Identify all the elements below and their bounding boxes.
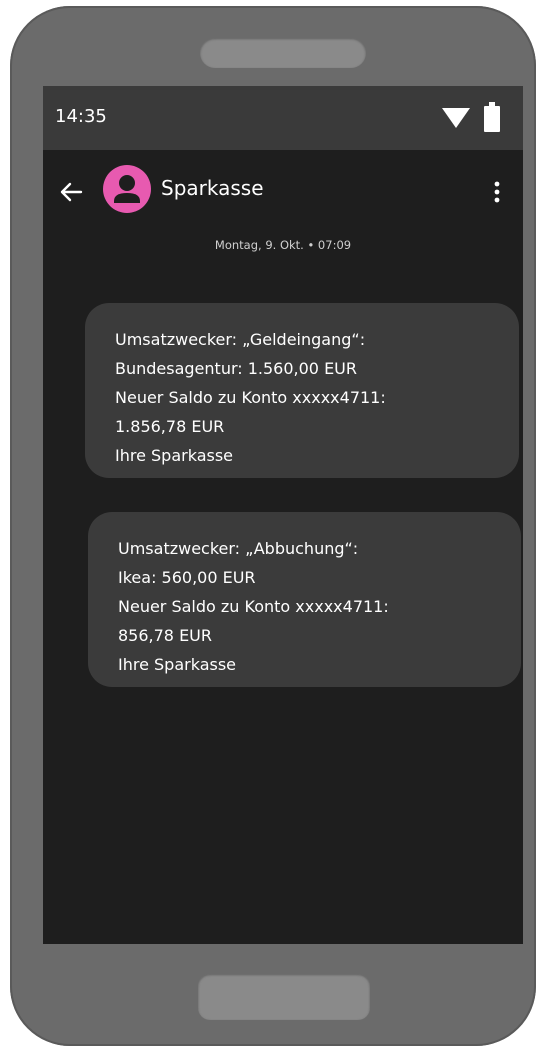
- status-bar: 14:35: [43, 86, 523, 150]
- more-vertical-icon[interactable]: [487, 178, 507, 206]
- wifi-icon: [442, 108, 470, 128]
- message-line: Bundesagentur: 1.560,00 EUR: [115, 359, 357, 378]
- message-line: Umsatzwecker: „Geldeingang“:: [115, 330, 366, 349]
- person-icon: [114, 175, 140, 203]
- phone-frame: 14:35 Sparkasse Montag, 9. Okt. • 07:09 …: [10, 6, 536, 1046]
- date-divider: Montag, 9. Okt. • 07:09: [214, 238, 352, 252]
- avatar[interactable]: [103, 165, 151, 213]
- message-bubble[interactable]: Umsatzwecker: „Abbuchung“: Ikea: 560,00 …: [88, 512, 521, 687]
- app-bar: Sparkasse: [43, 150, 523, 234]
- message-line: Ikea: 560,00 EUR: [118, 568, 256, 587]
- arrow-left-icon[interactable]: [57, 178, 85, 206]
- message-line: Ihre Sparkasse: [118, 655, 237, 674]
- message-line: Neuer Saldo zu Konto xxxxx4711:: [115, 388, 386, 407]
- message-line: Ihre Sparkasse: [115, 446, 234, 465]
- battery-icon: [484, 102, 500, 132]
- message-line: 1.856,78 EUR: [115, 417, 225, 436]
- contact-name: Sparkasse: [161, 176, 264, 200]
- status-time: 14:35: [55, 106, 107, 127]
- home-button[interactable]: [198, 974, 370, 1020]
- message-line: Neuer Saldo zu Konto xxxxx4711:: [118, 597, 389, 616]
- message-bubble[interactable]: Umsatzwecker: „Geldeingang“: Bundesagent…: [85, 303, 519, 478]
- message-line: 856,78 EUR: [118, 626, 213, 645]
- phone-speaker: [200, 38, 366, 68]
- message-line: Umsatzwecker: „Abbuchung“:: [118, 539, 359, 558]
- phone-screen: 14:35 Sparkasse Montag, 9. Okt. • 07:09 …: [43, 86, 523, 944]
